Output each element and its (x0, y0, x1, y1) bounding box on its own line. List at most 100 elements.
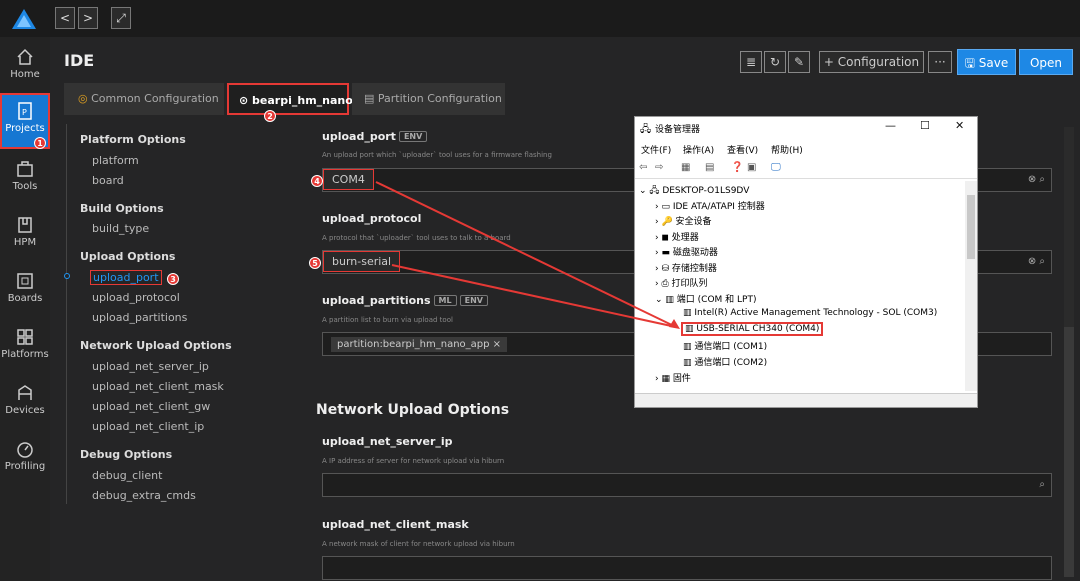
edit-icon[interactable]: ✎ (788, 51, 810, 73)
nav-item-upload-net-server-ip[interactable]: upload_net_server_ip (92, 360, 209, 373)
ml-tag: ML (433, 295, 457, 306)
maximize-button[interactable]: ☐ (920, 119, 930, 132)
toolbar: ⇦ ⇨ ▦ ▤ ❓ ▣ 🖵 (635, 159, 977, 179)
tree-node[interactable]: › ⎙ 打印队列 (655, 276, 708, 289)
sidebar-item-tools[interactable]: Tools (0, 153, 50, 209)
upload-protocol-description: A protocol that `uploader` tool uses to … (322, 234, 511, 242)
step-badge: 2 (264, 110, 276, 122)
sidebar-item-profiling[interactable]: Profiling (0, 433, 50, 489)
nav-item-debug-extra-cmds[interactable]: debug_extra_cmds (92, 489, 196, 502)
help-icon[interactable]: ❓ (731, 162, 743, 173)
partition-chip[interactable]: partition:bearpi_hm_nano_app × (331, 337, 508, 352)
menu-help[interactable]: 帮助(H) (771, 143, 803, 156)
close-button[interactable]: ✕ (955, 119, 964, 132)
properties-icon[interactable]: ▦ (681, 162, 690, 173)
device-manager-icon: 🖧 (640, 124, 652, 135)
device-manager-window: 🖧 设备管理器 — ☐ ✕ 文件(F) 操作(A) 查看(V) 帮助(H) ⇦ … (634, 116, 978, 408)
nav-item-debug-client[interactable]: debug_client (92, 469, 162, 482)
app-logo-icon (12, 9, 36, 29)
save-button[interactable]: 🖫 Save (957, 49, 1016, 75)
nav-heading: Build Options (80, 202, 164, 215)
target-icon: ◎ (78, 92, 92, 105)
nav-item-upload-protocol[interactable]: upload_protocol (92, 291, 180, 304)
minimize-button[interactable]: — (885, 119, 896, 132)
nav-item-upload-net-client-gw[interactable]: upload_net_client_gw (92, 400, 210, 413)
nav-item-upload-net-client-ip[interactable]: upload_net_client_ip (92, 420, 204, 433)
tree-leaf[interactable]: ▥ 通信端口 (COM1) (683, 339, 767, 352)
forward-arrow-icon[interactable]: ⇨ (655, 162, 663, 173)
sidebar-item-label: Devices (5, 405, 45, 416)
nav-heading: Platform Options (80, 133, 186, 146)
upload-port-label: upload_port ENV (322, 130, 428, 143)
sidebar-item-platforms[interactable]: Platforms (0, 321, 50, 377)
menu-view[interactable]: 查看(V) (727, 143, 758, 156)
tab-bearpi-hm-nano[interactable]: ⊙ bearpi_hm_nano (227, 83, 353, 115)
open-button[interactable]: Open (1019, 49, 1073, 75)
back-button[interactable]: < (55, 7, 75, 29)
tree-node[interactable]: › ⛁ 存储控制器 (655, 261, 717, 274)
upload-partitions-label: upload_partitions ML ENV (322, 294, 488, 307)
back-arrow-icon[interactable]: ⇦ (639, 162, 647, 173)
tree-leaf[interactable]: ▥ Intel(R) Active Management Technology … (683, 308, 937, 318)
save-label: Save (978, 56, 1009, 70)
step-badge: 5 (309, 257, 321, 269)
nav-item-board[interactable]: board (92, 174, 124, 187)
tree-node[interactable]: › 🔑 安全设备 (655, 214, 712, 227)
add-configuration-button[interactable]: + Configuration (819, 51, 924, 73)
env-tag: ENV (459, 295, 488, 306)
tree-node[interactable]: › ▦ 固件 (655, 371, 691, 384)
tree-node[interactable]: › ▭ IDE ATA/ATAPI 控制器 (655, 199, 765, 212)
tree-scrollbar[interactable] (965, 181, 977, 391)
window-title: 设备管理器 (655, 125, 701, 135)
nav-item-build-type[interactable]: build_type (92, 222, 149, 235)
nav-heading: Debug Options (80, 448, 173, 461)
sidebar-item-label: HPM (13, 237, 37, 248)
forward-button[interactable]: > (78, 7, 98, 29)
nav-item-upload-partitions[interactable]: upload_partitions (92, 311, 187, 324)
scrollbar-thumb[interactable] (1064, 327, 1074, 577)
nav-item-platform[interactable]: platform (92, 154, 139, 167)
upload-port-value: COM4 (323, 169, 374, 190)
tab-common-configuration[interactable]: ◎ Common Configuration (64, 83, 224, 115)
sidebar-item-boards[interactable]: Boards (0, 265, 50, 321)
env-tag: ENV (398, 131, 428, 142)
upload-protocol-value: burn-serial (323, 251, 401, 272)
step-badge: 4 (311, 175, 323, 187)
expand-button[interactable]: ⤢ (111, 7, 131, 29)
save-icon: 🖫 (964, 56, 979, 70)
tree-node[interactable]: › ◼ 处理器 (655, 230, 699, 243)
sidebar: Home P Projects Tools HPM Boards Platfor… (0, 37, 50, 581)
tab-label: Partition Configuration (377, 92, 502, 105)
clear-search-icon[interactable]: ⊗ ⌕ (1028, 256, 1045, 267)
tree-node[interactable]: › ▬ 磁盘驱动器 (655, 245, 718, 258)
tree-leaf-ch340[interactable]: ▥ USB-SERIAL CH340 (COM4) (681, 322, 824, 336)
tab-partition-configuration[interactable]: ▤ Partition Configuration (352, 83, 505, 115)
upload-net-client-mask-input[interactable] (322, 556, 1052, 580)
update-driver-icon[interactable]: ▣ (747, 162, 756, 173)
monitor-icon[interactable]: 🖵 (771, 162, 781, 173)
tree-leaf[interactable]: ▥ 通信端口 (COM2) (683, 355, 767, 368)
refresh-icon[interactable]: ↻ (764, 51, 786, 73)
sidebar-item-label: Home (10, 69, 40, 80)
partition-icon: ▤ (364, 92, 378, 105)
more-button[interactable]: ··· (928, 51, 952, 73)
sidebar-item-devices[interactable]: Devices (0, 377, 50, 433)
device-icon (18, 385, 32, 400)
sidebar-item-home[interactable]: Home (0, 41, 50, 97)
sidebar-item-label: Tools (12, 181, 38, 192)
upload-net-server-ip-input[interactable]: ⌕ (322, 473, 1052, 497)
nav-item-upload-net-client-mask[interactable]: upload_net_client_mask (92, 380, 224, 393)
list-view-icon[interactable]: ≣ (740, 51, 762, 73)
tree-node-ports[interactable]: ⌄ ▥ 端口 (COM 和 LPT) (655, 292, 756, 305)
search-icon[interactable]: ⌕ (1039, 479, 1045, 490)
sidebar-item-hpm[interactable]: HPM (0, 209, 50, 265)
menu-file[interactable]: 文件(F) (641, 143, 671, 156)
sidebar-item-label: Platforms (1, 349, 49, 360)
tree-root[interactable]: ⌄ 🖧 DESKTOP-O1LS9DV (639, 183, 749, 199)
nav-item-upload-port[interactable]: upload_port (90, 270, 162, 285)
clear-search-icon[interactable]: ⊗ ⌕ (1028, 174, 1045, 185)
nav-heading: Network Upload Options (80, 339, 232, 352)
menu-action[interactable]: 操作(A) (683, 143, 714, 156)
list-icon[interactable]: ▤ (705, 162, 714, 173)
options-navigator: Platform Options platform board Build Op… (64, 124, 274, 504)
